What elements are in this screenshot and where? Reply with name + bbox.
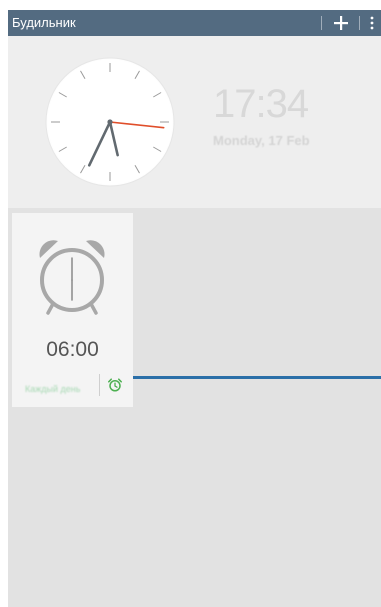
action-bar-divider bbox=[321, 16, 322, 30]
clock-center bbox=[107, 119, 113, 125]
callout-line bbox=[133, 376, 381, 379]
more-options-button[interactable] bbox=[363, 10, 381, 36]
plus-icon bbox=[334, 16, 348, 30]
analog-clock bbox=[43, 55, 177, 189]
alarm-repeat-label: Каждый день bbox=[25, 384, 81, 394]
alarm-time: 06:00 bbox=[46, 338, 99, 361]
page-title: Будильник bbox=[12, 15, 76, 30]
alarm-clock-icon bbox=[39, 240, 105, 315]
alarm-item[interactable]: 06:00 Каждый день bbox=[12, 213, 133, 407]
world-clock-panel: 17:34 Monday, 17 Feb bbox=[8, 36, 381, 208]
alarm-app-screen: Будильник 17:34 Monday, 17 Feb 06:00 Каж… bbox=[8, 10, 381, 607]
date-label: Monday, 17 Feb bbox=[213, 133, 310, 148]
more-vertical-icon bbox=[370, 16, 374, 30]
action-bar: Будильник bbox=[8, 10, 381, 36]
card-divider bbox=[99, 374, 100, 396]
alarm-on-icon bbox=[108, 378, 122, 392]
digital-time: 17:34 bbox=[213, 82, 309, 126]
action-bar-divider bbox=[359, 16, 360, 30]
analog-clock-face bbox=[45, 57, 175, 187]
add-alarm-button[interactable] bbox=[327, 10, 355, 36]
alarm-toggle-button[interactable] bbox=[105, 375, 125, 395]
